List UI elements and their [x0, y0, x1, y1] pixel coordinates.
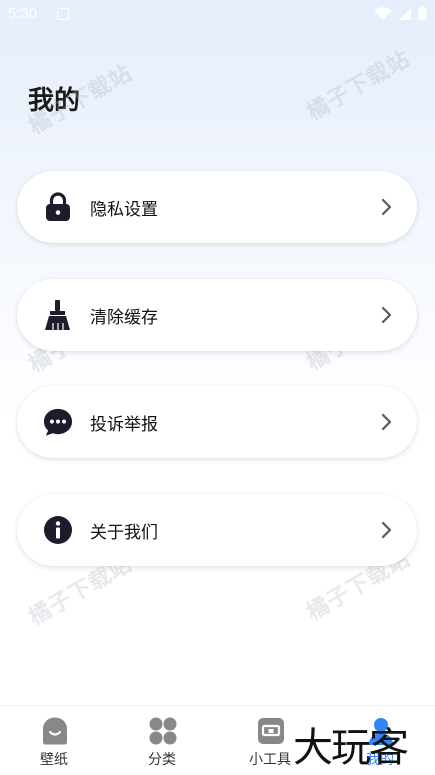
menu-item-complaint[interactable]: 投诉举报	[17, 386, 417, 458]
chevron-right-icon	[381, 521, 392, 539]
chevron-right-icon	[381, 198, 392, 216]
battery-icon	[418, 6, 427, 21]
status-icons	[374, 6, 427, 21]
menu-item-label: 清除缓存	[90, 308, 158, 328]
grid-icon	[149, 717, 177, 745]
watermark: 橘子下载站	[302, 46, 415, 126]
menu-item-label: 隐私设置	[90, 200, 158, 220]
signal-icon	[399, 7, 411, 20]
chevron-right-icon	[381, 306, 392, 324]
toolbox-icon	[258, 718, 284, 744]
lock-icon	[43, 191, 73, 223]
page-title: 我的	[28, 86, 81, 116]
status-bar: 5:30	[0, 0, 435, 30]
info-icon	[43, 514, 73, 546]
chat-bubble-icon	[43, 406, 73, 438]
menu-item-label: 关于我们	[90, 523, 158, 543]
broom-icon	[43, 299, 73, 331]
menu-item-privacy[interactable]: 隐私设置	[17, 171, 417, 243]
wallpaper-icon	[43, 717, 67, 745]
nav-item-label: 壁纸	[40, 752, 68, 768]
wifi-icon	[374, 6, 392, 20]
notification-icon	[57, 8, 69, 20]
nav-item-label: 分类	[148, 752, 176, 768]
brand-watermark: 大玩客	[293, 725, 409, 771]
chevron-right-icon	[381, 413, 392, 431]
menu-item-clear-cache[interactable]: 清除缓存	[17, 279, 417, 351]
status-time: 5:30	[8, 5, 38, 22]
menu-item-about[interactable]: 关于我们	[17, 494, 417, 566]
nav-item-wallpaper[interactable]: 壁纸	[0, 706, 108, 775]
nav-item-category[interactable]: 分类	[108, 706, 216, 775]
menu-item-label: 投诉举报	[90, 415, 158, 435]
